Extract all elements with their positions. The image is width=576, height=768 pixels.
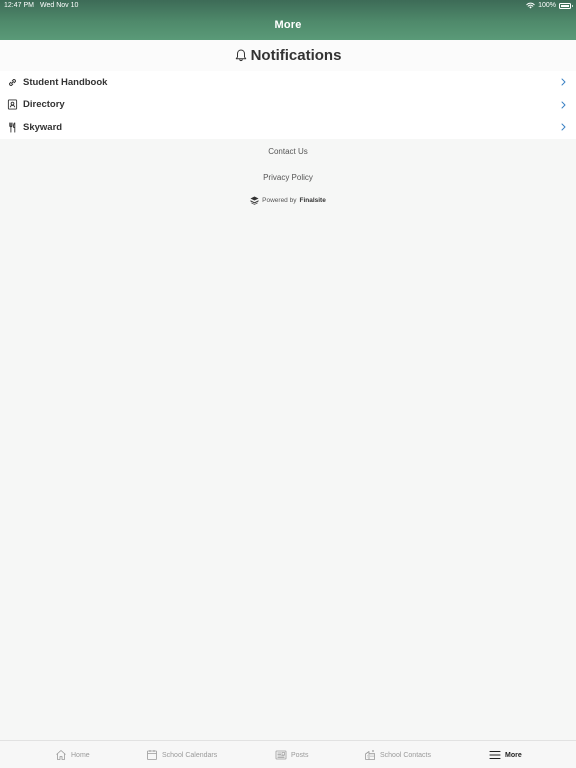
building-icon bbox=[365, 750, 375, 760]
tab-label: More bbox=[505, 751, 522, 759]
menu-icon bbox=[489, 750, 501, 760]
list-item-label: Directory bbox=[23, 99, 65, 111]
tab-school-contacts[interactable]: School Contacts bbox=[364, 747, 431, 763]
status-date: Wed Nov 10 bbox=[40, 2, 79, 9]
more-list: Student Handbook Directory Skyward bbox=[0, 71, 576, 139]
calendar-icon bbox=[147, 750, 157, 760]
status-time: 12:47 PM bbox=[4, 2, 34, 9]
fork-knife-icon bbox=[7, 122, 18, 133]
chevron-right-icon bbox=[561, 101, 566, 108]
contact-us-link[interactable]: Contact Us bbox=[0, 147, 576, 156]
tab-label: Home bbox=[71, 751, 90, 759]
status-indicators: 100% bbox=[526, 2, 573, 9]
powered-by[interactable]: Powered by Finalsite bbox=[0, 196, 576, 205]
finalsite-logo-icon bbox=[250, 196, 259, 205]
list-item-label: Skyward bbox=[23, 121, 63, 133]
tab-more[interactable]: More bbox=[489, 747, 522, 763]
list-item-directory[interactable]: Directory bbox=[0, 94, 576, 117]
battery-percent: 100% bbox=[538, 2, 556, 9]
home-icon bbox=[56, 750, 66, 760]
notifications-title: Notifications bbox=[250, 47, 342, 64]
powered-by-brand: Finalsite bbox=[299, 197, 326, 204]
tab-label: School Calendars bbox=[162, 751, 218, 759]
list-item-student-handbook[interactable]: Student Handbook bbox=[0, 71, 576, 94]
privacy-policy-link[interactable]: Privacy Policy bbox=[0, 173, 576, 182]
tab-label: Posts bbox=[291, 751, 309, 759]
list-item-label: Student Handbook bbox=[23, 76, 108, 88]
chevron-right-icon bbox=[561, 123, 566, 131]
notifications-button[interactable]: Notifications bbox=[0, 40, 576, 71]
page-title: More bbox=[274, 19, 302, 31]
status-bar: 12:47 PM Wed Nov 10 100% bbox=[0, 0, 576, 12]
battery-icon bbox=[559, 2, 573, 9]
tab-posts[interactable]: Posts bbox=[275, 747, 309, 763]
tab-bar: Home School Calendars Posts School Conta… bbox=[0, 740, 576, 768]
newspaper-icon bbox=[275, 750, 287, 760]
wifi-icon bbox=[526, 2, 535, 9]
tab-label: School Contacts bbox=[380, 751, 431, 759]
link-icon bbox=[7, 77, 18, 88]
powered-by-prefix: Powered by bbox=[262, 197, 297, 204]
tab-home[interactable]: Home bbox=[55, 747, 90, 763]
contact-card-icon bbox=[7, 99, 18, 110]
chevron-right-icon bbox=[561, 78, 566, 86]
tab-school-calendars[interactable]: School Calendars bbox=[146, 747, 217, 763]
list-item-skyward[interactable]: Skyward bbox=[0, 116, 576, 139]
app-header: 12:47 PM Wed Nov 10 100% More bbox=[0, 0, 576, 40]
bell-icon bbox=[235, 49, 246, 62]
